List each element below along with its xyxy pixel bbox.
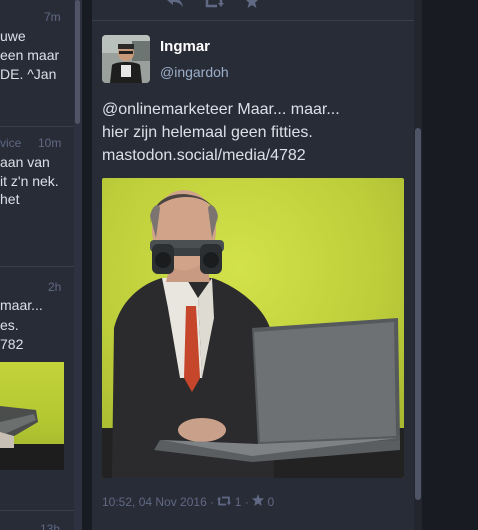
username[interactable]: @ingardoh (160, 64, 229, 80)
status-text-line: aan van (0, 154, 50, 170)
media-attachment[interactable] (102, 178, 404, 478)
avatar[interactable] (102, 35, 150, 83)
left-status-1[interactable]: 7m uwe een maar DE. ^Jan (0, 0, 74, 90)
background-area (422, 0, 478, 530)
status-text-line: es. (0, 317, 19, 333)
favourite-count-icon (252, 494, 267, 509)
media-thumbnail[interactable] (0, 362, 64, 470)
status-text-line: uwe (0, 28, 26, 44)
status-time: 10m (38, 136, 62, 150)
previous-status-action-bar (92, 0, 414, 21)
status-time: 7m (44, 10, 61, 24)
favourite-icon[interactable] (244, 0, 260, 13)
left-column: 7m uwe een maar DE. ^Jan vice 10m aan va… (0, 0, 82, 530)
more-icon[interactable] (286, 0, 300, 13)
left-status-4[interactable]: 13h (0, 510, 74, 530)
boost-icon[interactable] (204, 0, 224, 13)
reply-icon[interactable] (166, 0, 184, 13)
footer-separator: · (210, 494, 215, 509)
status-meta: vice (0, 136, 22, 150)
status-timestamp[interactable]: 10:52, 04 Nov 2016 (102, 495, 207, 509)
boost-count[interactable]: 1 (235, 495, 242, 509)
status-text-line: DE. ^Jan (0, 66, 57, 82)
status-footer: 10:52, 04 Nov 2016 · 1 · 0 (102, 494, 274, 509)
status-text-line: maar... (0, 297, 43, 313)
status-detail-column: Ingmar @ingardoh @onlinemarketeer Maar..… (92, 0, 414, 530)
status-text-line: 782 (0, 336, 24, 352)
status-text-line: het (0, 191, 20, 207)
favourite-count[interactable]: 0 (268, 495, 275, 509)
status-time: 13h (40, 522, 61, 530)
status-content-line: hier zijn helemaal geen fitties. (102, 124, 313, 141)
status-time: 2h (48, 280, 62, 294)
status-text-line: een maar (0, 47, 60, 63)
column-gutter (82, 0, 92, 530)
status-content: @onlinemarketeer Maar... maar... hier zi… (102, 98, 402, 167)
status-text-line: it z'n nek. (0, 173, 59, 189)
boost-count-icon (217, 495, 234, 509)
media-link[interactable]: mastodon.social/media/4782 (102, 144, 402, 167)
main-scrollbar-thumb[interactable] (415, 128, 421, 500)
display-name[interactable]: Ingmar (160, 38, 210, 55)
left-scrollbar-thumb[interactable] (75, 0, 80, 124)
status-content-line[interactable]: @onlinemarketeer Maar... maar... (102, 98, 402, 121)
left-status-2[interactable]: vice 10m aan van it z'n nek. het (0, 126, 74, 226)
footer-separator: · (244, 494, 249, 509)
